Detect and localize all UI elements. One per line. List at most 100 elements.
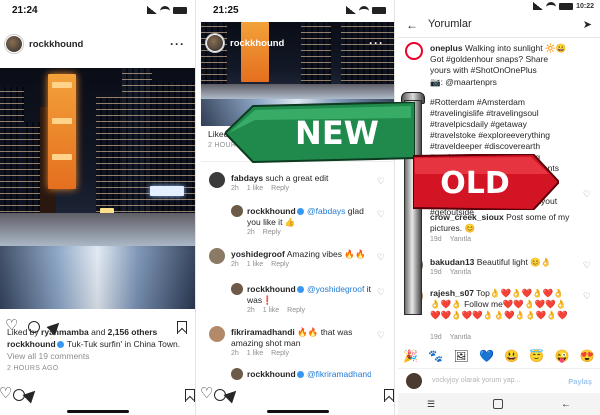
emoji-button[interactable]: 😜 [555, 349, 570, 363]
comment-username[interactable]: oneplus [430, 43, 463, 53]
emoji-button[interactable]: 😇 [529, 349, 544, 363]
comment-username[interactable]: fikriramadhandi [231, 327, 295, 337]
status-time: 10:22 [576, 2, 594, 10]
comment-like-icon[interactable]: ♡ [583, 189, 591, 200]
comments-header: ← Yorumlar ➤ [398, 14, 600, 36]
wifi-icon [546, 2, 557, 10]
reply-button[interactable]: Yanıtla [450, 334, 471, 341]
more-options-icon[interactable]: ··· [369, 36, 384, 50]
comment-text: such a great edit [263, 173, 329, 183]
old-sign-label: OLD [440, 166, 510, 201]
comment-like-icon[interactable]: ♡ [377, 287, 385, 298]
comment-mention[interactable]: @yoshidegroof [307, 284, 364, 294]
commenter-avatar[interactable] [231, 368, 243, 380]
post-username[interactable]: rockkhound [29, 39, 83, 50]
nav-like-icon[interactable] [0, 384, 13, 402]
comparison-collage: 21:24 rockkhound ··· ♡ Liked by ryanmamb… [0, 0, 600, 415]
comment-like-icon[interactable]: ♡ [377, 330, 385, 341]
comment-username[interactable]: rockkhound [247, 206, 296, 216]
caption: rockkhound Tuk-Tuk surfin' in China Town… [7, 339, 181, 349]
comment-like-icon[interactable]: ♡ [583, 260, 591, 271]
comment-username[interactable]: bakudan13 [430, 257, 474, 267]
liked-count[interactable]: 2,156 others [108, 327, 158, 337]
comment-like-icon[interactable]: ♡ [377, 209, 385, 220]
reply-button[interactable]: Reply [263, 229, 281, 236]
verified-badge-icon [296, 371, 304, 379]
oneplus-logo-avatar[interactable] [405, 42, 423, 60]
commenter-avatar[interactable] [209, 326, 225, 342]
emoji-button[interactable]: 😍 [580, 349, 595, 363]
page-title: Yorumlar [428, 18, 472, 30]
comment-mention[interactable]: @fabdays [307, 206, 345, 216]
commenter-avatar[interactable] [209, 248, 225, 264]
recent-apps-icon[interactable]: ☰ [427, 399, 435, 410]
avatar[interactable] [206, 34, 224, 52]
nav-share-icon[interactable] [223, 386, 241, 404]
nav-bookmark-icon[interactable] [384, 388, 394, 402]
back-arrow-icon[interactable]: ← [406, 18, 418, 32]
liked-by-user[interactable]: ryanmamba [41, 327, 89, 337]
status-icons: 10:22 [533, 2, 594, 10]
verified-badge-icon [296, 208, 304, 216]
status-icons [346, 6, 386, 14]
commenter-avatar[interactable] [231, 205, 243, 217]
comment-like-icon[interactable]: ♡ [377, 252, 385, 263]
emoji-button[interactable]: 🐾 [428, 349, 443, 363]
home-icon[interactable] [493, 399, 504, 409]
commenter-avatar[interactable] [209, 172, 225, 188]
nav-like-icon[interactable] [201, 384, 214, 402]
android-nav-bar: ☰ ← [398, 393, 600, 415]
emoji-button[interactable]: 😃 [504, 349, 519, 363]
comment-username[interactable]: yoshidegroof [231, 249, 285, 259]
comment-mention[interactable]: @fikriramadhandi [307, 369, 371, 379]
reply-button[interactable]: Yanıtla [450, 236, 471, 243]
old-sign: OLD [413, 154, 559, 210]
emoji-button[interactable]: 🖼 [454, 349, 469, 363]
post-photo[interactable] [0, 68, 195, 309]
comment-username[interactable]: crow_creek_sioux [430, 212, 504, 222]
status-bar: 10:22 [398, 0, 600, 14]
new-sign-label: NEW [295, 114, 379, 152]
battery-icon [173, 6, 187, 14]
self-avatar [406, 373, 422, 389]
verified-badge-icon [296, 286, 304, 294]
reply-button[interactable]: Reply [271, 350, 289, 357]
home-indicator [266, 410, 329, 413]
comment-username[interactable]: fabdays [231, 173, 263, 183]
status-time: 21:25 [213, 5, 239, 16]
signal-icon [533, 2, 544, 10]
bottom-nav [0, 384, 195, 405]
comment-like-icon[interactable]: ♡ [583, 291, 591, 302]
back-icon[interactable]: ← [561, 399, 571, 410]
comment-input[interactable]: vockyjoy olarak yorum yap... [432, 377, 520, 384]
status-bar: 21:24 [0, 0, 195, 22]
nav-share-icon[interactable] [22, 386, 40, 404]
reply-button[interactable]: Reply [271, 261, 289, 268]
avatar[interactable] [5, 35, 23, 53]
reply-button[interactable]: Reply [287, 307, 305, 314]
view-all-comments-link[interactable]: View all 19 comments [7, 350, 189, 362]
more-options-icon[interactable]: ··· [170, 37, 185, 51]
post-timestamp: 2 HOURS AGO [7, 365, 59, 372]
caption-username[interactable]: rockkhound [7, 339, 56, 349]
reply-button[interactable]: Reply [271, 185, 289, 192]
emoji-button[interactable]: 💙 [479, 349, 494, 363]
phone-screen-new-comments: 21:25 rockkhound ··· Liked by 2 HOURS AG… [201, 0, 395, 415]
comment-like-icon[interactable]: ♡ [377, 176, 385, 187]
status-time: 21:24 [12, 5, 38, 16]
comment-username[interactable]: rajesh_s07 [430, 288, 474, 298]
comment-username[interactable]: rockkhound [247, 369, 296, 379]
post-comment-button[interactable]: Paylaş [568, 377, 592, 386]
send-icon[interactable]: ➤ [583, 18, 592, 31]
battery-icon [559, 2, 574, 10]
phone-screen-post: 21:24 rockkhound ··· ♡ Liked by ryanmamb… [0, 0, 196, 415]
comment-username[interactable]: rockkhound [247, 284, 296, 294]
nav-bookmark-icon[interactable] [185, 388, 195, 402]
signal-icon [346, 6, 356, 14]
commenter-avatar[interactable] [231, 283, 243, 295]
reply-button[interactable]: Yanıtla [450, 269, 471, 276]
wifi-icon [359, 6, 369, 14]
post-username[interactable]: rockkhound [230, 38, 284, 49]
emoji-button[interactable]: 🎉 [403, 349, 418, 363]
camera-credit: 📷: @maartenprs [430, 77, 497, 87]
